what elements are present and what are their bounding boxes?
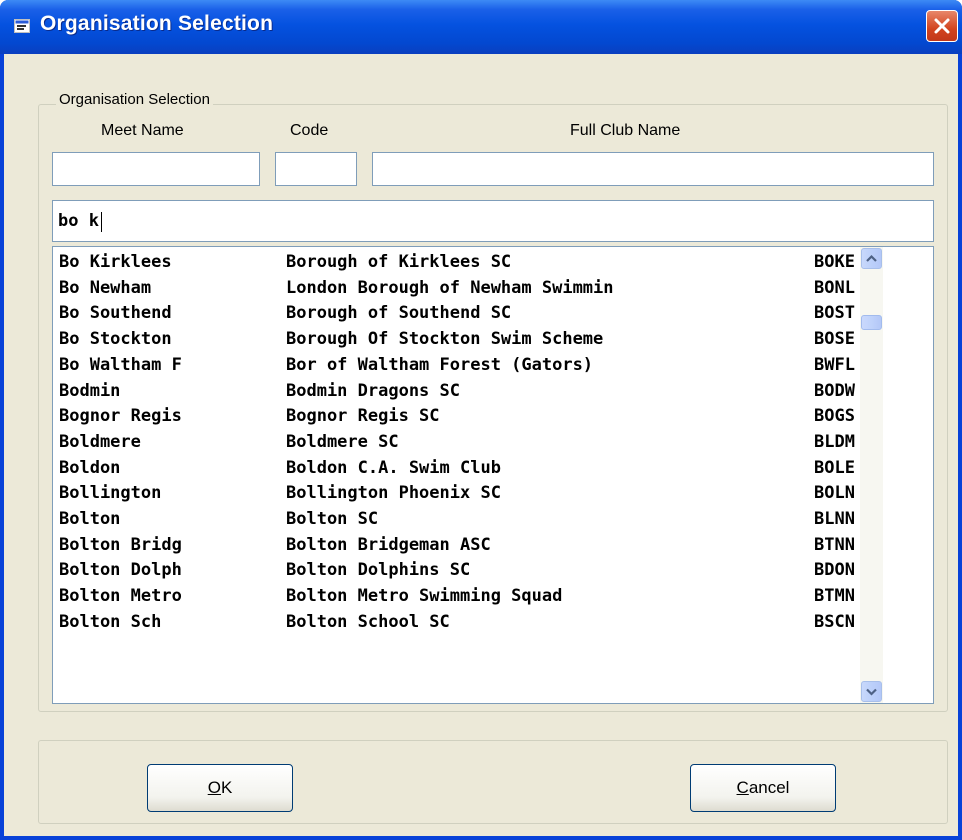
list-item-code: BTNN — [814, 534, 855, 555]
cancel-label-rest: ancel — [748, 778, 790, 797]
cancel-button[interactable]: Cancel — [690, 764, 836, 812]
list-item-meet-name: Bognor Regis — [59, 406, 182, 427]
list-item-meet-name: Boldon — [59, 457, 121, 478]
list-item-full-name: Bollington Phoenix SC — [286, 483, 501, 504]
list-item-code: BDON — [814, 560, 855, 581]
code-header: Code — [290, 122, 329, 139]
list-item-code: BOLE — [814, 457, 855, 478]
search-input[interactable]: bo k — [52, 200, 934, 242]
list-item-meet-name: Bolton Bridg — [59, 534, 182, 555]
list-item-code: BSCN — [814, 611, 855, 632]
list-item-meet-name: Boldmere — [59, 431, 141, 452]
scroll-down-button[interactable] — [861, 681, 882, 702]
list-item-full-name: Borough Of Stockton Swim Scheme — [286, 329, 604, 350]
code-field[interactable] — [275, 152, 357, 186]
full-club-name-header: Full Club Name — [570, 122, 681, 139]
list-item-meet-name: Bolton — [59, 509, 121, 529]
list-item-full-name: Bodmin Dragons SC — [286, 380, 460, 401]
list-item-full-name: Bolton SC — [286, 509, 379, 529]
list-item-code: BLNN — [814, 509, 855, 529]
club-list[interactable]: Bo Kirklees Borough of Kirklees SC BOKE Bo … — [52, 246, 934, 704]
list-item-code: BLDM — [814, 431, 855, 452]
list-item-meet-name: Bolton Metro — [59, 586, 182, 607]
list-item-full-name: Bor of Waltham Forest (Gators) — [286, 354, 594, 375]
list-item-meet-name: Bo Southend — [59, 303, 172, 324]
list-item-meet-name: Bo Kirklees — [59, 252, 172, 272]
list-item-meet-name: Bolton Dolph — [59, 560, 182, 581]
ok-label-rest: K — [220, 778, 233, 797]
scroll-up-button[interactable] — [861, 248, 882, 269]
list-item-full-name: Borough of Southend SC — [286, 303, 512, 324]
ok-button[interactable]: OK — [147, 764, 293, 812]
list-item-meet-name: Bollington — [59, 483, 162, 504]
text-caret — [101, 212, 102, 232]
list-item-full-name: Bognor Regis SC — [286, 406, 440, 427]
list-item-code: BOSE — [814, 329, 855, 350]
close-x-icon — [934, 18, 950, 34]
group-legend: Organisation Selection — [56, 91, 213, 108]
list-item-meet-name: Bo Stockton — [59, 329, 172, 350]
scroll-thumb[interactable] — [861, 315, 882, 330]
title-bar[interactable]: Organisation Selection — [0, 0, 962, 54]
window-title: Organisation Selection — [40, 12, 274, 35]
cancel-mnemonic: C — [736, 778, 749, 797]
ok-mnemonic: O — [207, 778, 221, 797]
list-item-code: BONL — [814, 277, 855, 298]
list-item-code: BOGS — [814, 406, 855, 427]
list-item-meet-name: Bo Waltham F — [59, 354, 182, 375]
list-item-full-name: Bolton Bridgeman ASC — [286, 534, 491, 555]
list-item-code: BOST — [814, 303, 855, 324]
close-button[interactable] — [926, 10, 958, 42]
list-item-code: BTMN — [814, 586, 855, 607]
list-item-full-name: Boldmere SC — [286, 431, 399, 452]
meet-name-header: Meet Name — [101, 122, 184, 139]
meet-name-field[interactable] — [52, 152, 260, 186]
arrow-up-icon — [866, 254, 877, 262]
list-item-full-name: Bolton Dolphins SC — [286, 560, 471, 581]
list-item-meet-name: Bo Newham — [59, 277, 152, 298]
full-club-name-field[interactable] — [372, 152, 934, 186]
list-item-code: BODW — [814, 380, 855, 401]
arrow-down-icon — [866, 688, 877, 696]
search-input-value: bo k — [58, 211, 99, 231]
list-item-full-name: Borough of Kirklees SC — [286, 252, 512, 272]
list-item-meet-name: Bodmin — [59, 380, 121, 401]
list-item-full-name: Bolton Metro Swimming Squad — [286, 586, 563, 607]
list-item-code: BOLN — [814, 483, 855, 504]
list-item-full-name: Boldon C.A. Swim Club — [286, 457, 501, 478]
list-scrollbar[interactable] — [860, 247, 883, 703]
list-item-code: BOKE — [814, 252, 855, 272]
organisation-selection-window: Organisation Selection Organisation Sele… — [0, 0, 962, 840]
list-item-full-name: London Borough of Newham Swimmin — [286, 277, 614, 298]
list-item-meet-name: Bolton Sch — [59, 611, 162, 632]
list-item-code: BWFL — [814, 354, 855, 375]
window-app-icon[interactable] — [14, 18, 32, 34]
list-item-full-name: Bolton School SC — [286, 611, 450, 632]
